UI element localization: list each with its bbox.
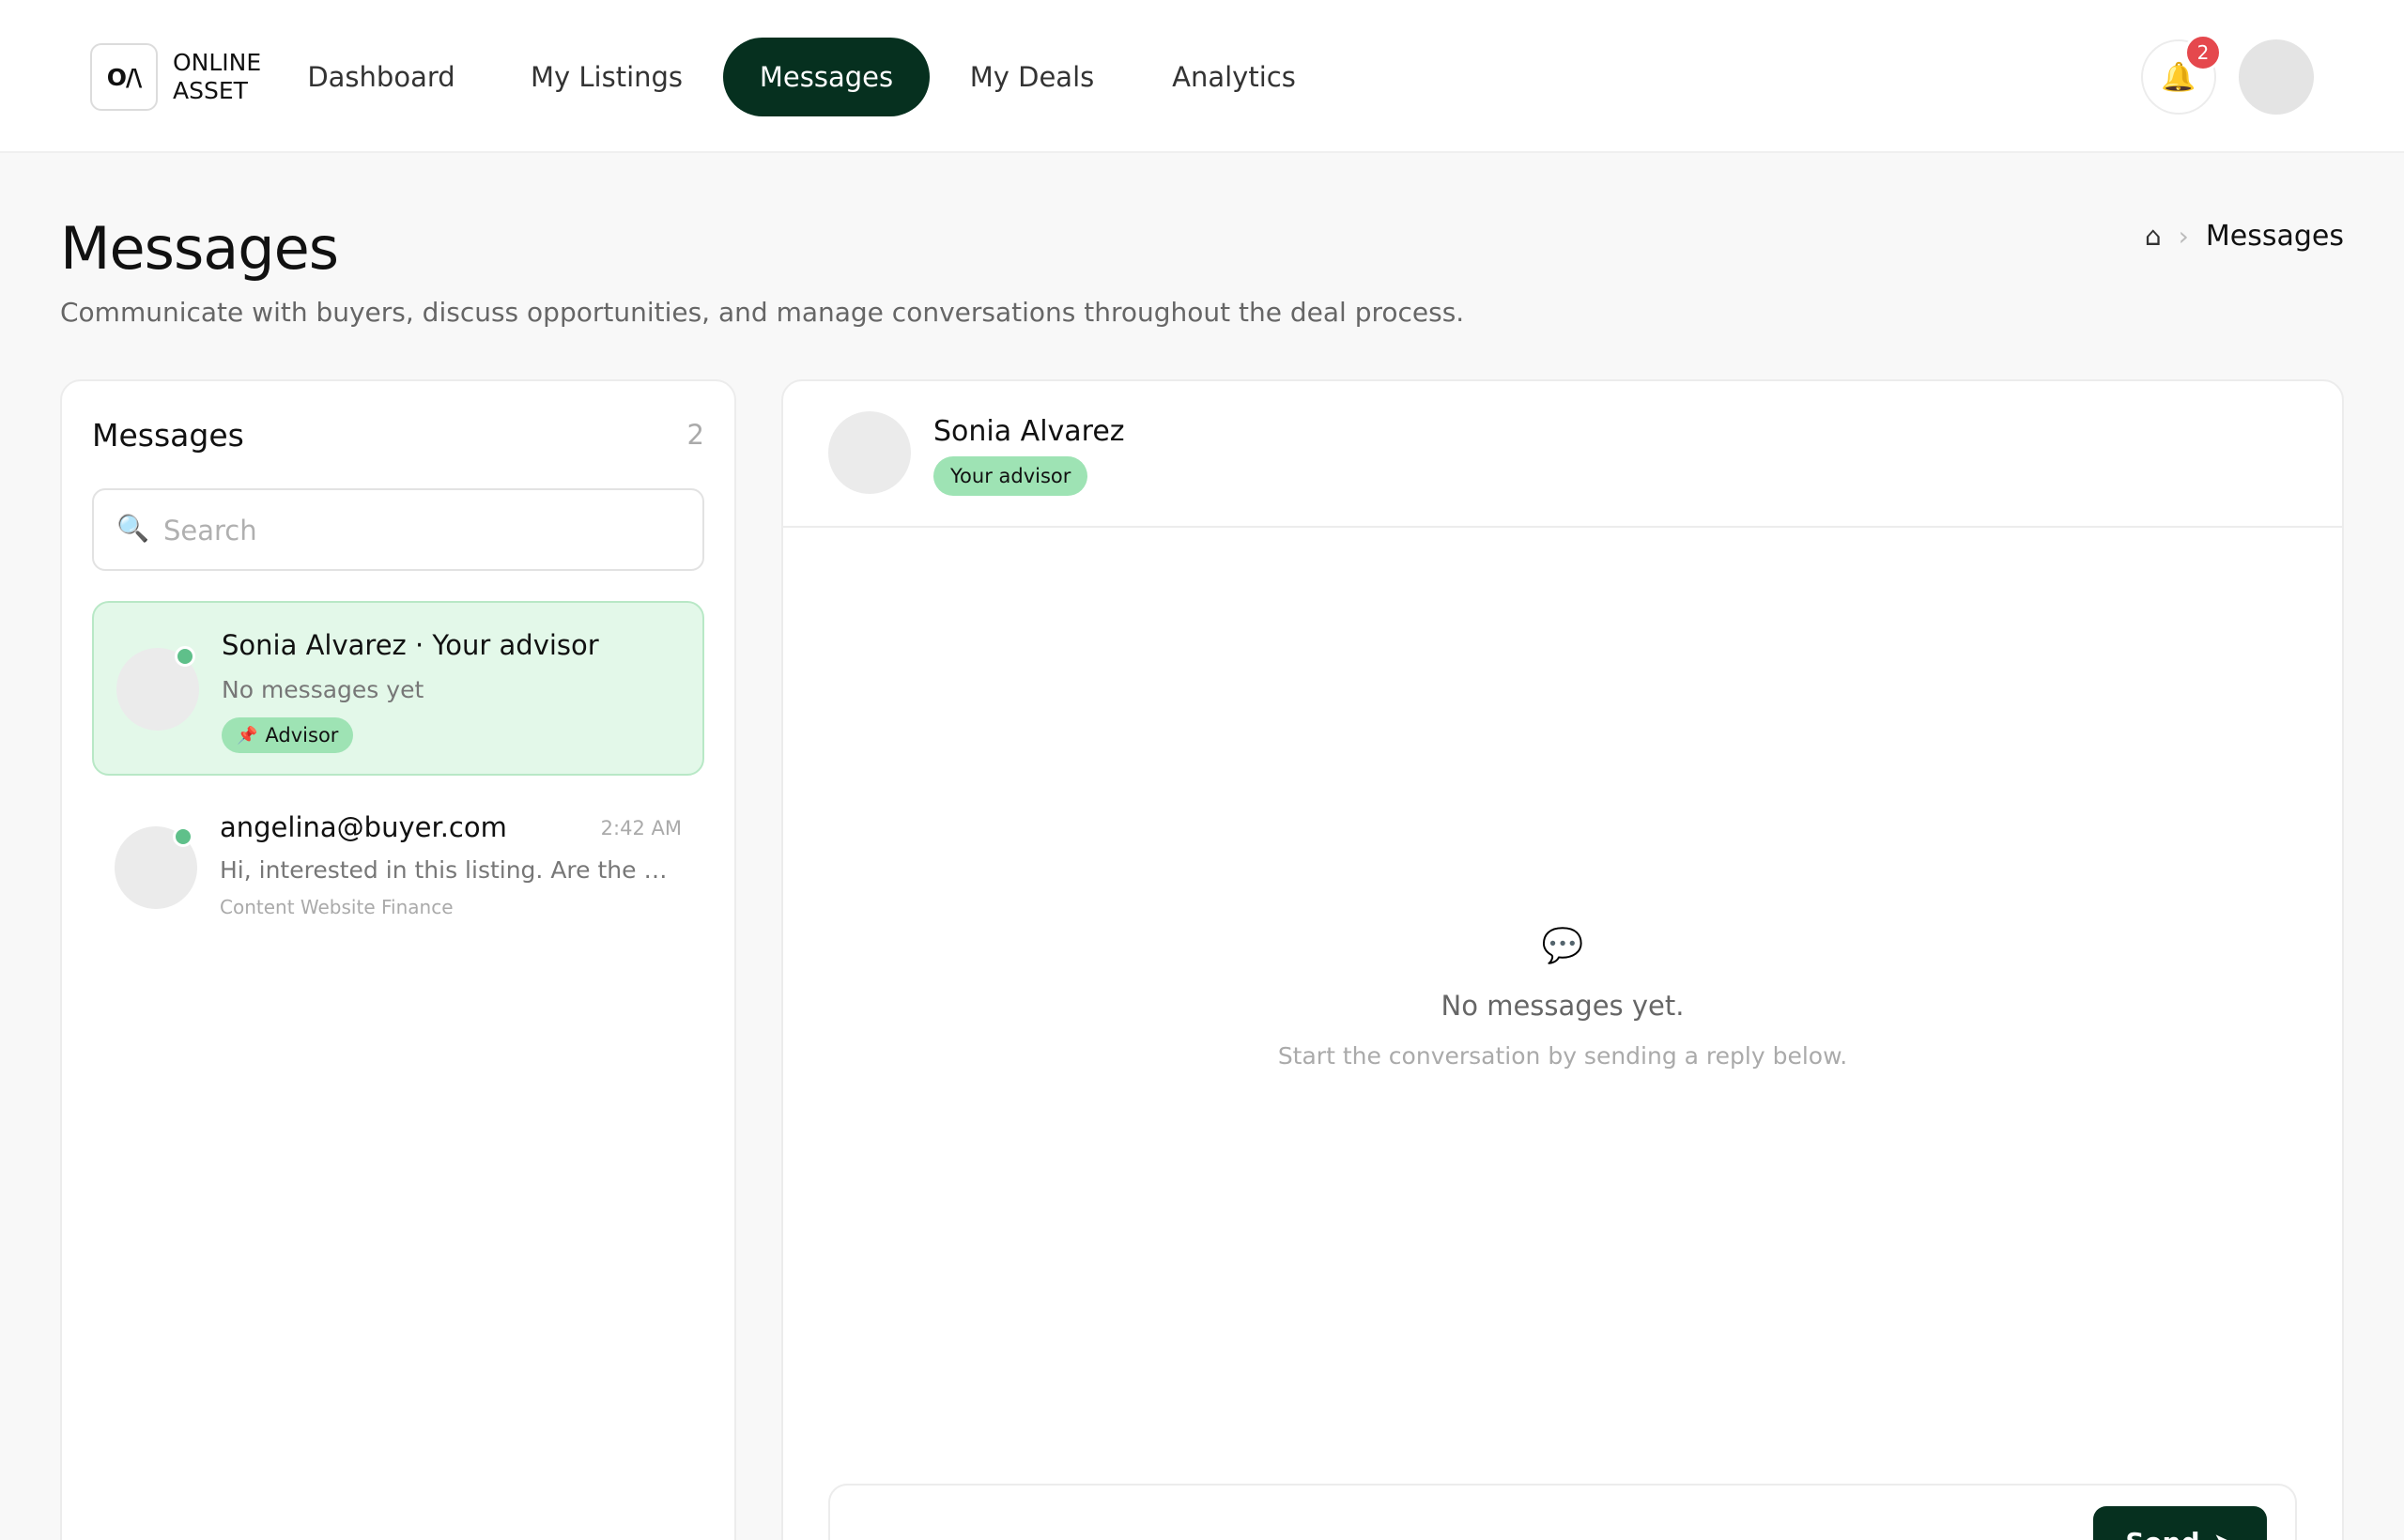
chevron-right-icon: › <box>2178 221 2189 252</box>
empty-state: 💬 No messages yet. Start the conversatio… <box>783 926 2342 1070</box>
conversation-item-angelina[interactable]: angelina@buyer.com 2:42 AM Hi, intereste… <box>92 785 704 945</box>
conversation-preview: Hi, interested in this listing. Are the … <box>220 856 680 884</box>
breadcrumb-current: Messages <box>2205 220 2344 253</box>
avatar <box>828 411 911 494</box>
logo-mark[interactable]: O/\ <box>90 43 158 111</box>
pin-icon: 📌 <box>237 725 258 746</box>
inbox-count: 2 <box>686 419 704 451</box>
breadcrumb: ⌂ › Messages <box>2145 220 2344 253</box>
logo-mark-text: O/\ <box>106 63 143 91</box>
advisor-badge-label: Advisor <box>265 724 339 747</box>
send-button[interactable]: Send ➤ <box>2093 1506 2267 1540</box>
empty-state-title: No messages yet. <box>1441 990 1685 1022</box>
nav-analytics[interactable]: Analytics <box>1151 38 1317 116</box>
advisor-badge: 📌 Advisor <box>222 717 354 753</box>
conversation-item-sonia-alvarez[interactable]: Sonia Alvarez · Your advisor No messages… <box>92 601 704 776</box>
conversation-preview: No messages yet <box>222 676 424 703</box>
conversation-list-panel: Messages 2 🔍 Sonia Alvarez · Your adviso… <box>60 379 736 1540</box>
conversation-time: 2:42 AM <box>600 817 682 839</box>
user-avatar[interactable] <box>2239 39 2314 115</box>
reply-input[interactable] <box>858 1527 1985 1540</box>
nav-my-deals[interactable]: My Deals <box>956 38 1108 116</box>
nav-dashboard[interactable]: Dashboard <box>287 38 475 116</box>
thread-contact-role-badge: Your advisor <box>933 456 1088 496</box>
conversation-name: angelina@buyer.com <box>220 811 507 843</box>
nav-my-listings[interactable]: My Listings <box>511 38 702 116</box>
page-subtitle: Communicate with buyers, discuss opportu… <box>60 297 1465 328</box>
message-thread-panel: Sonia Alvarez Your advisor 💬 No messages… <box>781 379 2344 1540</box>
home-icon[interactable]: ⌂ <box>2145 221 2162 252</box>
logo-line-2: ASSET <box>173 77 248 104</box>
search-box: 🔍 <box>92 488 704 571</box>
conversation-name: Sonia Alvarez · Your advisor <box>222 629 599 661</box>
send-icon: ➤ <box>2213 1527 2235 1540</box>
search-icon: 🔍 <box>116 513 149 544</box>
inbox-title: Messages <box>92 417 244 454</box>
message-composer: Send ➤ <box>828 1484 2297 1540</box>
conversation-listing-context: Content Website Finance <box>220 896 454 918</box>
notification-count-badge: 2 <box>2184 34 2222 71</box>
top-navigation-bar: O/\ ONLINE ASSET Dashboard My Listings M… <box>0 0 2404 153</box>
search-input[interactable] <box>163 505 689 556</box>
speech-bubble-icon: 💬 <box>1541 927 1584 965</box>
logo-line-1: ONLINE <box>173 49 262 76</box>
thread-contact-name: Sonia Alvarez <box>933 415 1125 448</box>
online-status-dot <box>173 826 193 847</box>
send-button-label: Send <box>2125 1527 2199 1540</box>
thread-header: Sonia Alvarez Your advisor <box>783 381 2342 528</box>
online-status-dot <box>175 646 195 667</box>
logo-wordmark: ONLINE ASSET <box>173 49 285 105</box>
empty-state-subtitle: Start the conversation by sending a repl… <box>1277 1042 1848 1070</box>
nav-messages[interactable]: Messages <box>723 38 930 116</box>
page-title: Messages <box>60 214 339 283</box>
